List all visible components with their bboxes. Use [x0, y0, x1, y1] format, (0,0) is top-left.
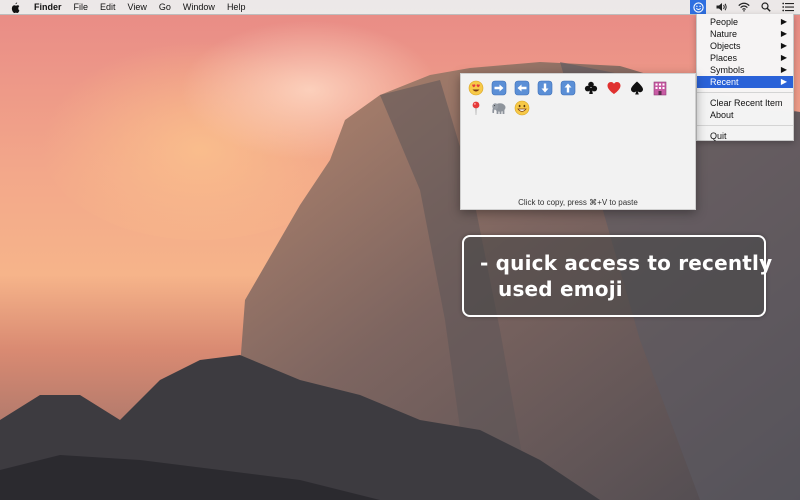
- menu-item-about[interactable]: About: [697, 109, 793, 121]
- menu-item-nature[interactable]: Nature ▶: [697, 28, 793, 40]
- menu-item-label: Places: [710, 53, 738, 63]
- up-arrow-icon[interactable]: [557, 78, 579, 98]
- caption-line-1: - quick access to recently: [480, 251, 773, 275]
- copy-hint: Click to copy, press ⌘+V to paste: [518, 198, 638, 207]
- emoji-grid: [465, 78, 691, 118]
- menu-go[interactable]: Go: [159, 2, 171, 12]
- menu-edit[interactable]: Edit: [100, 2, 116, 12]
- submenu-arrow-icon: ▶: [780, 65, 787, 74]
- submenu-arrow-icon: ▶: [780, 17, 787, 26]
- speaker-icon[interactable]: [716, 1, 728, 13]
- elephant-icon[interactable]: [488, 98, 510, 118]
- search-icon[interactable]: [760, 1, 772, 13]
- left-arrow-icon[interactable]: [511, 78, 533, 98]
- emoji-smiley-icon[interactable]: [690, 0, 706, 14]
- menu-item-label: Symbols: [710, 65, 745, 75]
- menu-item-label: Objects: [710, 41, 741, 51]
- menu-item-label: People: [710, 17, 739, 27]
- menu-item-clear-recent[interactable]: Clear Recent Item: [697, 97, 793, 109]
- menu-bar: Finder File Edit View Go Window Help: [0, 0, 800, 15]
- menu-window[interactable]: Window: [183, 2, 215, 12]
- submenu-arrow-icon: ▶: [780, 53, 787, 62]
- menu-item-symbols[interactable]: Symbols ▶: [697, 64, 793, 76]
- submenu-arrow-icon: ▶: [780, 77, 787, 86]
- menu-separator: [697, 125, 793, 126]
- feature-caption: - quick access to recently used emoji: [462, 235, 772, 317]
- menu-file[interactable]: File: [74, 2, 89, 12]
- submenu-arrow-icon: ▶: [780, 29, 787, 38]
- down-arrow-icon[interactable]: [534, 78, 556, 98]
- heart-icon[interactable]: [603, 78, 625, 98]
- menu-item-places[interactable]: Places ▶: [697, 52, 793, 64]
- menu-help[interactable]: Help: [227, 2, 246, 12]
- club-icon[interactable]: [580, 78, 602, 98]
- menu-app-name[interactable]: Finder: [34, 2, 62, 12]
- spade-icon[interactable]: [626, 78, 648, 98]
- list-icon[interactable]: [782, 1, 794, 13]
- menu-item-people[interactable]: People ▶: [697, 16, 793, 28]
- right-arrow-icon[interactable]: [488, 78, 510, 98]
- status-tray: [690, 0, 794, 14]
- apple-icon[interactable]: [10, 2, 22, 13]
- menu-item-quit[interactable]: Quit: [697, 130, 793, 142]
- menu-item-recent[interactable]: Recent ▶: [697, 76, 793, 88]
- recent-emoji-panel: Click to copy, press ⌘+V to paste: [460, 73, 696, 210]
- menu-item-objects[interactable]: Objects ▶: [697, 40, 793, 52]
- submenu-arrow-icon: ▶: [780, 41, 787, 50]
- wifi-icon[interactable]: [738, 1, 750, 13]
- grinning-face-icon[interactable]: [511, 98, 533, 118]
- building-icon[interactable]: [649, 78, 671, 98]
- menu-view[interactable]: View: [128, 2, 147, 12]
- menu-separator: [697, 92, 793, 93]
- caption-line-2: used emoji: [498, 277, 623, 301]
- pin-icon[interactable]: [465, 98, 487, 118]
- menu-item-label: Recent: [710, 77, 739, 87]
- menu-item-label: Nature: [710, 29, 738, 39]
- emoji-menu: People ▶ Nature ▶ Objects ▶ Places ▶ Sym…: [696, 14, 794, 141]
- heart-eyes-icon[interactable]: [465, 78, 487, 98]
